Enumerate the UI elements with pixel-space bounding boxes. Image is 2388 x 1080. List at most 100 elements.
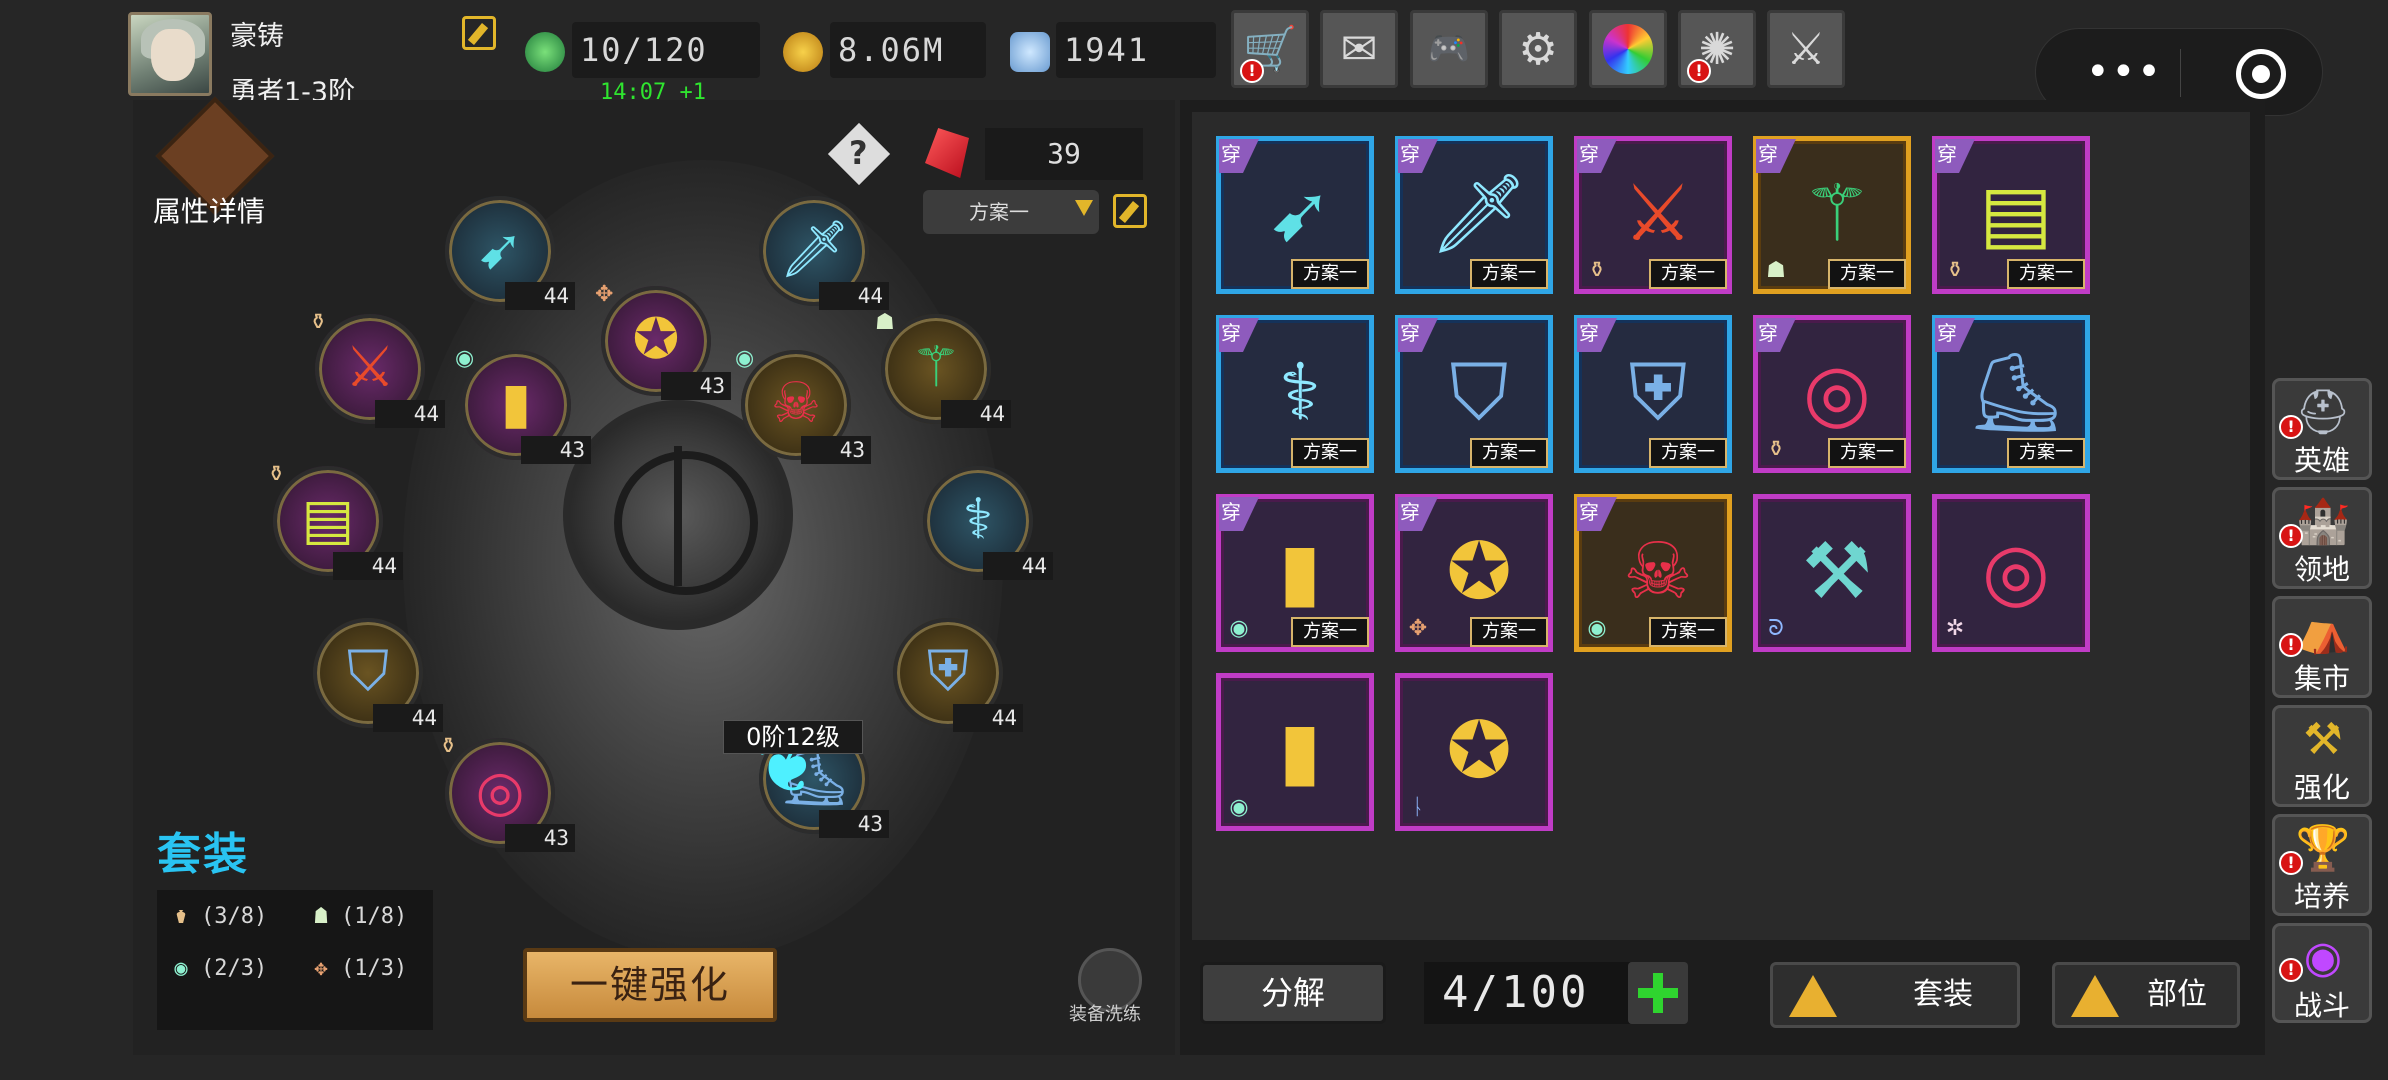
close-icon[interactable] [2236,49,2286,99]
bow-icon: ➹ [476,217,524,282]
staff-icon: ⚕ [1278,348,1322,438]
suit-count: (3/8) [201,904,268,929]
nav-enhance[interactable]: ⚒ 强化 [2272,705,2372,807]
inventory-item[interactable]: 穿 ▤ ⚱ 方案一 [1932,136,2090,294]
add-capacity-button[interactable] [1628,962,1688,1024]
capsule-divider [2180,49,2181,97]
inventory-item[interactable]: 穿 ⛨ 方案一 [1574,315,1732,473]
nav-label: 集市 [2293,662,2350,695]
alert-badge: ! [2279,851,2303,875]
plan-tag: 方案一 [1291,259,1369,289]
avatar[interactable] [128,12,212,96]
equip-slot-blade[interactable]: 🗡 44 [759,196,889,310]
gamepad-button[interactable]: 🎮 [1410,10,1488,88]
hood-icon: ☗ [1766,258,1786,283]
triangle-sort-icon [2071,975,2119,1017]
diamond-icon [1010,32,1050,72]
suit-count: (2/3) [201,956,268,981]
nav-label: 培养 [2293,880,2350,913]
suit-mark-icon: ⚱ [309,310,328,335]
suit-row: ◉ (2/3) [157,946,295,992]
nav-hero[interactable]: ⛑ ! 英雄 [2272,378,2372,480]
edit-plan-icon[interactable] [1113,194,1147,228]
ring-icon: ◎ [1981,527,2051,617]
alert-badge: ! [2279,633,2303,657]
filter-slot-button[interactable]: 部位 [2052,962,2240,1028]
portal-icon: ◉ [2303,932,2343,983]
eye-icon: ◉ [735,346,755,371]
inventory-item[interactable]: 穿 ⚔ ⚱ 方案一 [1574,136,1732,294]
one-click-enhance-button[interactable]: 一键强化 [523,948,777,1022]
player-name: 豪铸 [230,21,284,52]
filter-suit-button[interactable]: 套装 [1770,962,2020,1028]
inventory-capacity: 4/100 [1424,962,1630,1024]
more-icon[interactable]: ••• [2086,49,2163,95]
inventory-item[interactable]: 穿 ⛉ 方案一 [1395,315,1553,473]
eye-icon: ◉ [1229,616,1249,641]
nav-market[interactable]: ⛺ ! 集市 [2272,596,2372,698]
filter-suit-label: 套装 [1913,977,1973,1012]
equip-slot-tome[interactable]: ⚱ ▤ 44 [267,462,403,580]
inventory-item[interactable]: 穿 🗡 方案一 [1395,136,1553,294]
plan-tag: 方案一 [1649,259,1727,289]
equip-slot-armor[interactable]: ⛨ 44 [893,618,1023,732]
inventory-item[interactable]: ▮ ◉ [1216,673,1374,831]
flame-icon: ✥ [314,956,328,981]
stat-detail-label[interactable]: 属性详情 [153,190,265,230]
equip-slot-bracer[interactable]: ◉ ▮ 43 [455,346,591,464]
eye-icon: ◉ [174,956,188,981]
equip-slot-staff[interactable]: ⚕ 44 [923,466,1053,580]
bow-icon: ➹ [1267,169,1333,259]
top-bar: 豪铸 勇者1-3阶 10/120 14:07 +1 8.06M 1941 🛒! … [0,0,2388,116]
inventory-item[interactable]: ◎ ✲ [1932,494,2090,652]
equip-slot-demon[interactable]: ◉ ☠ 43 [735,346,871,464]
slot-level: 43 [801,436,871,464]
suit-count: (1/3) [341,956,408,981]
settings-button[interactable]: ⚙ [1499,10,1577,88]
armor-icon: ⛨ [927,639,969,704]
edit-name-icon[interactable] [462,16,496,50]
flame-mark-icon: ✥ [595,282,614,307]
nav-cultivate[interactable]: 🏆 ! 培养 [2272,814,2372,916]
equip-slot-amulet[interactable]: ✥ ✪ 43 [595,282,731,400]
inventory-item[interactable]: ✪ ᚿ [1395,673,1553,831]
inventory-item[interactable]: ⚒ ᘐ [1753,494,1911,652]
blade-icon: 🗡 [1429,169,1529,259]
equip-slot-scythe[interactable]: ☗ ⚚ 44 [875,310,1011,428]
shop-button[interactable]: 🛒! [1231,10,1309,88]
inventory-item[interactable]: 穿 ▮ ◉ 方案一 [1216,494,1374,652]
chevron-down-icon[interactable] [1075,200,1093,216]
mail-button[interactable]: ✉ [1320,10,1398,88]
decompose-button[interactable]: 分解 [1200,962,1386,1024]
equip-slot-ring[interactable]: ⚱ ◎ 43 [439,734,575,852]
event-button[interactable]: ✺! [1678,10,1756,88]
bracer-icon: ▮ [500,371,532,436]
plan-tag: 方案一 [1649,617,1727,647]
inventory-item[interactable]: 穿 ⚕ 方案一 [1216,315,1374,473]
help-question-mark: ? [849,134,868,172]
plan-select[interactable]: 方案一 [923,190,1099,234]
slot-level: 44 [953,704,1023,732]
triangle-sort-icon [1789,975,1837,1017]
slot-level: 44 [941,400,1011,428]
inventory-item[interactable]: 穿 ☠ ◉ 方案一 [1574,494,1732,652]
nav-territory[interactable]: 🏰 ! 领地 [2272,487,2372,589]
equip-slot-sword[interactable]: ⚱ ⚔ 44 [309,310,445,428]
battle-button[interactable]: ⚔ [1767,10,1845,88]
plan-tag: 方案一 [1828,259,1906,289]
tome-icon: ▤ [301,487,355,552]
equip-slot-bow[interactable]: ➹ 44 [445,196,575,310]
inventory-item[interactable]: 穿 ✪ ✥ 方案一 [1395,494,1553,652]
color-wheel-button[interactable] [1589,10,1667,88]
stamina-value: 10/120 [572,22,760,78]
equip-slot-helmet[interactable]: ⛉ 44 [313,618,443,732]
inventory-item[interactable]: 穿 ◎ ⚱ 方案一 [1753,315,1911,473]
slot-level: 43 [521,436,591,464]
inventory-item[interactable]: 穿 ⛸ 方案一 [1932,315,2090,473]
suit-row: ⚱ (3/8) [157,894,295,940]
reforge-label[interactable]: 装备洗练 [1069,1000,1141,1026]
ruby-count: 39 [985,128,1143,180]
inventory-item[interactable]: 穿 ⚚ ☗ 方案一 [1753,136,1911,294]
inventory-item[interactable]: 穿 ➹ 方案一 [1216,136,1374,294]
nav-battle[interactable]: ◉ ! 战斗 [2272,923,2372,1023]
